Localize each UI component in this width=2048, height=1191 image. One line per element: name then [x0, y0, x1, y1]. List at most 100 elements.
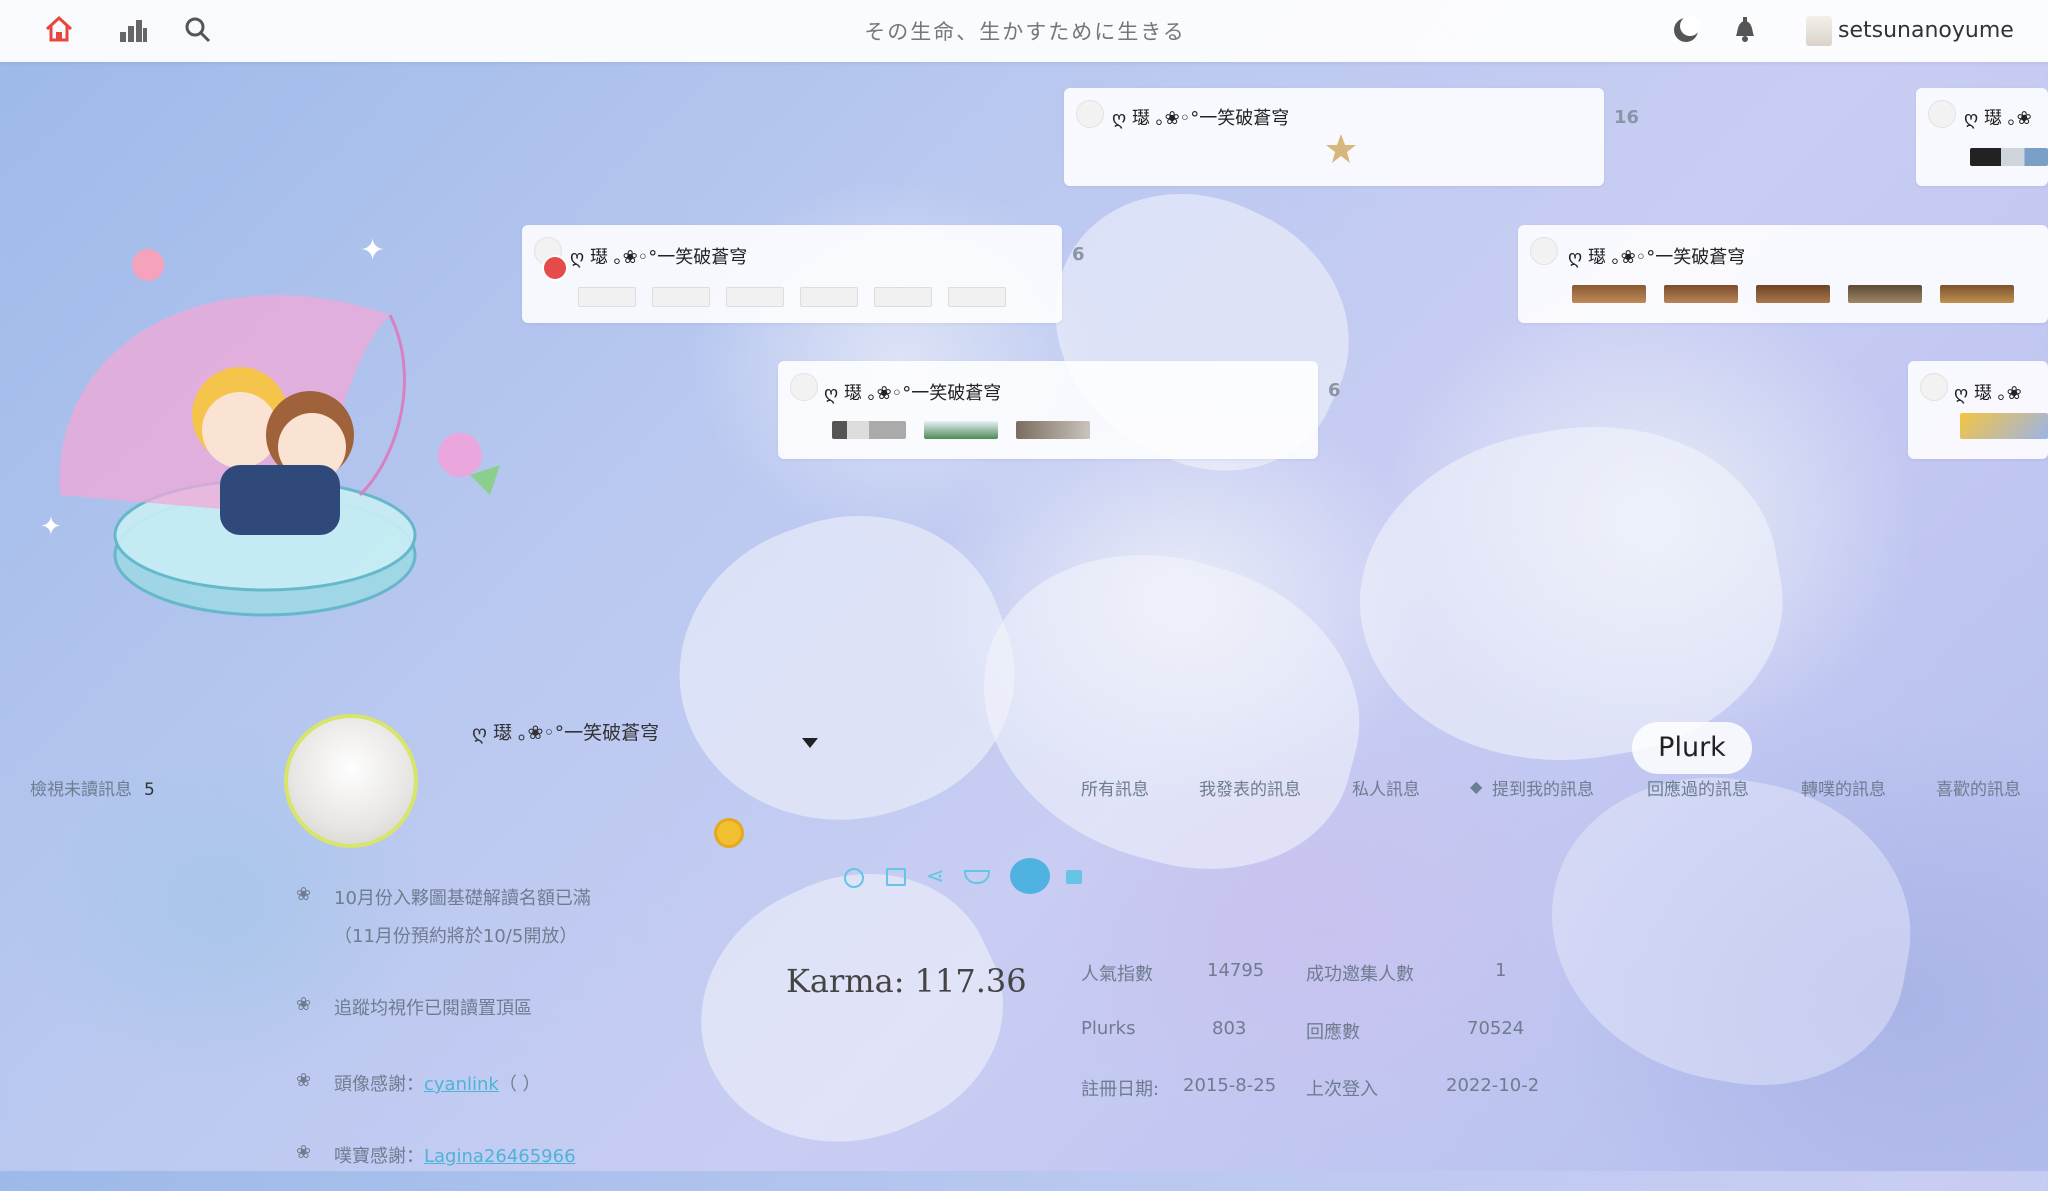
image-thumbnail[interactable] — [1960, 413, 2048, 439]
stats-bubble-icon[interactable] — [1010, 858, 1050, 894]
note-line: 噗寶感謝：Lagina26465966 — [334, 1142, 576, 1168]
image-thumbnail[interactable] — [1572, 285, 1646, 303]
lock-icon[interactable] — [1066, 870, 1082, 884]
bell-icon[interactable] — [1732, 14, 1758, 44]
note-line: 頭像感謝：cyanlink（ ） — [334, 1070, 541, 1096]
reply-count: 16 — [1614, 107, 1640, 128]
stat-label: 回應數 — [1306, 1022, 1360, 1043]
card-author: ღ 璱 ｡❀ — [1954, 383, 2022, 404]
stat-value: 803 — [1212, 1018, 1247, 1039]
stats-icon[interactable] — [118, 16, 148, 44]
image-thumbnail[interactable] — [578, 287, 636, 307]
tab-all[interactable]: 所有訊息 — [1081, 775, 1149, 800]
home-icon[interactable] — [44, 14, 74, 44]
site-motto: その生命、生かすために生きる — [864, 20, 1186, 44]
stat-value: 1 — [1495, 960, 1507, 981]
card-author: ღ 璱 ｡❀◦°一笑破蒼穹 — [570, 247, 748, 268]
avatar — [1076, 100, 1104, 128]
image-thumbnail[interactable] — [832, 421, 906, 439]
moon-icon[interactable] — [1672, 16, 1700, 44]
background-petal — [1526, 751, 1934, 1109]
unread-count: 5 — [144, 780, 155, 800]
image-thumbnail[interactable] — [1756, 285, 1830, 303]
image-thumbnail[interactable] — [948, 287, 1006, 307]
timeline-card[interactable]: ღ 璱 ｡❀◦°一笑破蒼穹 — [1064, 88, 1604, 186]
globe-icon[interactable] — [844, 868, 864, 888]
stat-value: 70524 — [1467, 1018, 1525, 1039]
note-text: （ ） — [498, 1074, 541, 1095]
svg-text:✦: ✦ — [40, 512, 62, 542]
image-thumbnail[interactable] — [800, 287, 858, 307]
stat-value: 2015-8-25 — [1183, 1075, 1277, 1096]
karma-value: Karma: 117.36 — [786, 962, 1027, 1000]
image-thumbnail[interactable] — [924, 421, 998, 439]
stat-label: 註冊日期: — [1081, 1079, 1160, 1100]
avatar[interactable] — [1806, 16, 1832, 46]
image-icon[interactable] — [886, 868, 906, 886]
stat-label: 成功邀集人數 — [1306, 964, 1414, 985]
note-text: 頭像感謝： — [334, 1074, 424, 1095]
top-bar: その生命、生かすために生きる setsunanoyume — [0, 0, 2048, 62]
timeline-card[interactable]: ღ 璱 ｡❀◦°一笑破蒼穹 — [522, 225, 1062, 323]
image-thumbnail[interactable] — [726, 287, 784, 307]
timeline-card[interactable]: ღ 璱 ｡❀ — [1908, 361, 2048, 459]
image-thumbnail[interactable] — [1664, 285, 1738, 303]
profile-avatar[interactable] — [284, 714, 418, 848]
avatar — [1920, 373, 1948, 401]
username[interactable]: setsunanoyume — [1838, 18, 2014, 43]
dropdown-arrow-icon[interactable] — [802, 738, 818, 748]
reply-count: 6 — [1328, 380, 1341, 401]
note-text: 追蹤均視作已閱讀置頂區 — [334, 998, 532, 1019]
stat-label: 上次登入 — [1306, 1079, 1378, 1100]
image-thumbnail[interactable] — [1940, 285, 2014, 303]
tab-mentions[interactable]: 提到我的訊息 — [1492, 775, 1594, 800]
avatar — [790, 373, 818, 401]
card-author: ღ 璱 ｡❀◦°一笑破蒼穹 — [824, 383, 1002, 404]
note-bullet: ❀ — [296, 884, 312, 905]
profile-display-name: ღ 璱 ｡❀◦°一笑破蒼穹 — [472, 722, 660, 744]
search-icon[interactable] — [184, 16, 212, 44]
timeline-card[interactable]: ღ 璱 ｡❀◦°一笑破蒼穹 — [778, 361, 1318, 459]
tab-liked[interactable]: 喜歡的訊息 — [1936, 775, 2021, 800]
mascot-illustration: ✦ ✦ — [40, 233, 500, 617]
card-author: ღ 璱 ｡❀◦°一笑破蒼穹 — [1112, 108, 1290, 129]
card-author: ღ 璱 ｡❀◦°一笑破蒼穹 — [1568, 247, 1746, 268]
note-text: 10月份入夥圖基礎解讀名額已滿 — [334, 888, 591, 909]
image-thumbnail[interactable] — [652, 287, 710, 307]
avatar — [1928, 100, 1956, 128]
stat-value: 2022-10-2 — [1446, 1075, 1540, 1096]
note-bullet: ❀ — [296, 1142, 312, 1163]
stat-label: Plurks — [1081, 1018, 1136, 1039]
star-icon — [1326, 134, 1356, 163]
timeline-card[interactable]: ღ 璱 ｡❀ — [1916, 88, 2048, 186]
credit-link[interactable]: cyanlink — [424, 1074, 499, 1095]
unread-label: 檢視未讀訊息 — [30, 780, 132, 800]
tab-replurked[interactable]: 轉噗的訊息 — [1801, 775, 1886, 800]
image-thumbnail[interactable] — [1848, 285, 1922, 303]
note-bullet: ❀ — [296, 1070, 312, 1091]
reply-count: 6 — [1072, 244, 1085, 265]
timeline-card[interactable]: ღ 璱 ｡❀◦°一笑破蒼穹 — [1518, 225, 2048, 323]
note-bullet: ❀ — [296, 994, 312, 1015]
tab-responded[interactable]: 回應過的訊息 — [1647, 775, 1749, 800]
share-icon[interactable]: ⋖ — [926, 864, 944, 889]
card-author: ღ 璱 ｡❀ — [1964, 108, 2032, 129]
credit-link[interactable]: Lagina26465966 — [424, 1146, 576, 1167]
svg-text:✦: ✦ — [360, 233, 385, 268]
note-text: （11月份預約將於10/5開放） — [334, 926, 578, 947]
karma-badge-icon — [714, 818, 744, 848]
mask-icon[interactable] — [964, 870, 990, 884]
plurk-button[interactable]: Plurk — [1632, 722, 1752, 774]
image-thumbnail[interactable] — [1970, 148, 2048, 166]
unread-messages-link[interactable]: 檢視未讀訊息 5 — [30, 775, 155, 800]
background-petal — [947, 515, 1393, 905]
stat-value: 14795 — [1207, 960, 1265, 981]
stat-label: 人氣指數 — [1081, 964, 1153, 985]
tab-private[interactable]: 私人訊息 — [1352, 775, 1420, 800]
avatar — [1530, 237, 1558, 265]
tab-mine[interactable]: 我發表的訊息 — [1199, 775, 1301, 800]
mention-tag-icon: ◆ — [1470, 777, 1483, 796]
note-text: 噗寶感謝： — [334, 1146, 424, 1167]
image-thumbnail[interactable] — [1016, 421, 1090, 439]
image-thumbnail[interactable] — [874, 287, 932, 307]
